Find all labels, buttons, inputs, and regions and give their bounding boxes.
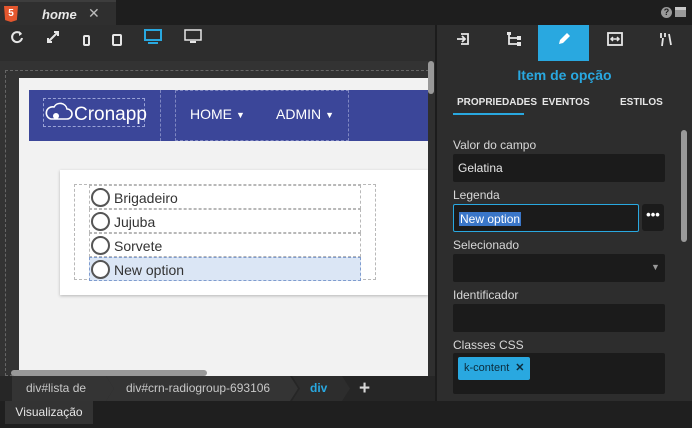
canvas-vertical-scrollbar[interactable] — [428, 61, 435, 376]
more-options-button[interactable]: ••• — [642, 204, 664, 231]
breadcrumb-item[interactable]: div#crn-radiogroup-693106 — [106, 376, 298, 401]
close-icon[interactable]: ✕ — [88, 5, 100, 22]
pencil-icon[interactable] — [538, 25, 589, 61]
radio-option-label: Brigadeiro — [114, 190, 178, 206]
magic-icon[interactable] — [640, 25, 691, 61]
css-class-chip-label: k-content — [464, 362, 510, 374]
caption-label: Legenda — [453, 188, 500, 202]
html5-icon: 5 — [4, 6, 18, 22]
identifier-input[interactable] — [453, 304, 665, 332]
nav-home[interactable]: HOME ▼ — [190, 106, 245, 122]
radio-option-label: New option — [114, 262, 185, 278]
breadcrumb-item[interactable]: div#lista de — [12, 376, 114, 401]
add-element-button[interactable]: + — [359, 378, 370, 400]
expand-icon[interactable] — [42, 29, 64, 51]
tablet-icon[interactable] — [106, 29, 128, 51]
window-icon[interactable] — [675, 7, 686, 17]
subtab-styles[interactable]: ESTILOS — [620, 97, 663, 108]
selected-label: Selecionado — [453, 238, 520, 252]
help-icon[interactable]: ? — [661, 7, 672, 18]
monitor-icon[interactable] — [182, 29, 204, 51]
breadcrumb-item-active[interactable]: div — [292, 376, 350, 401]
tree-icon[interactable] — [488, 25, 539, 61]
css-class-chip: k-content ✕ — [458, 357, 531, 380]
canvas-vertical-scroll-thumb[interactable] — [428, 61, 434, 94]
panel-scroll-thumb[interactable] — [681, 130, 687, 242]
subtab-underline — [453, 113, 524, 115]
radio-button[interactable] — [91, 212, 110, 231]
preview-tab[interactable]: Visualização — [5, 401, 93, 424]
phone-icon[interactable] — [75, 29, 97, 51]
nav-divider — [160, 90, 161, 141]
brand-name: Cronapp — [74, 104, 147, 125]
radio-button[interactable] — [91, 236, 110, 255]
radio-option-label: Sorvete — [114, 238, 163, 254]
radio-option-label: Jujuba — [114, 214, 156, 230]
identifier-label: Identificador — [453, 288, 519, 302]
panel-title: Item de opção — [517, 67, 612, 83]
remove-icon[interactable]: ✕ — [515, 362, 524, 374]
exit-icon[interactable] — [437, 25, 488, 61]
radio-button[interactable] — [91, 260, 110, 279]
selected-select[interactable] — [453, 254, 665, 282]
refresh-icon[interactable] — [6, 29, 28, 51]
tab-title: home — [42, 7, 77, 22]
field-value-input[interactable]: Gelatina — [453, 154, 665, 182]
radio-option-selected[interactable]: New option — [89, 257, 361, 281]
radio-option[interactable]: Jujuba — [89, 209, 361, 233]
resize-horizontal-icon[interactable] — [589, 25, 640, 61]
subtab-events[interactable]: EVENTOS — [542, 97, 590, 108]
nav-home-label: HOME — [190, 106, 232, 122]
field-value-label: Valor do campo — [453, 138, 537, 152]
radio-option[interactable]: Brigadeiro — [89, 185, 361, 209]
cloud-logo-icon — [44, 99, 74, 125]
nav-admin-label: ADMIN — [276, 106, 322, 122]
bottom-bar — [0, 401, 692, 428]
subtab-properties[interactable]: PROPRIEDADES — [457, 97, 537, 108]
device-toolbar — [0, 25, 435, 61]
tab-home[interactable]: 5 home ✕ — [0, 0, 116, 25]
nav-admin[interactable]: ADMIN ▼ — [276, 106, 334, 122]
css-classes-label: Classes CSS — [453, 338, 524, 352]
caption-input[interactable]: New option — [453, 204, 639, 232]
chevron-down-icon: ▼ — [651, 262, 660, 272]
radio-option[interactable]: Sorvete — [89, 233, 361, 257]
caption-input-selected-text: New option — [459, 212, 522, 226]
caret-down-icon: ▼ — [236, 110, 245, 120]
desktop-icon[interactable] — [142, 29, 164, 51]
caret-down-icon: ▼ — [325, 110, 335, 120]
radio-button[interactable] — [91, 188, 110, 207]
